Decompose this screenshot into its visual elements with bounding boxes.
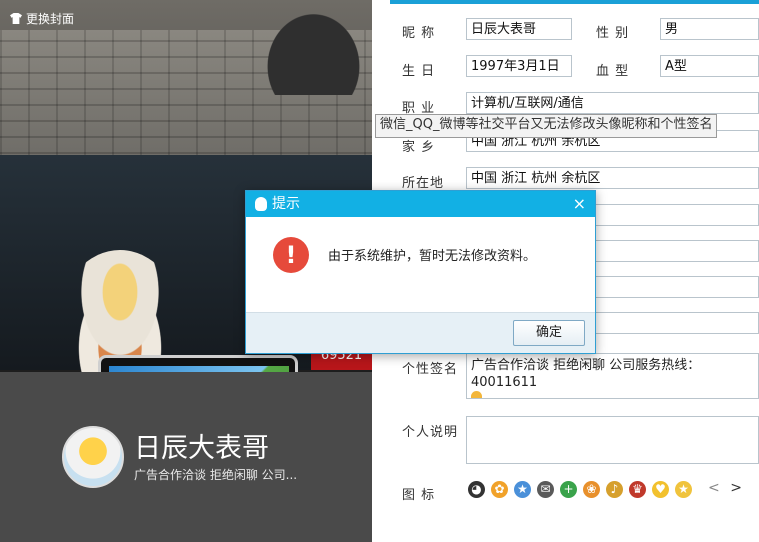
top-accent-line: [390, 0, 759, 4]
plus-flower-icon[interactable]: +: [560, 481, 577, 498]
description-textarea[interactable]: [466, 416, 759, 464]
blood-select[interactable]: A型: [660, 55, 759, 77]
star-globe-icon[interactable]: ★: [514, 481, 531, 498]
photo-umbrella: [255, 0, 372, 95]
icon-strip: ◕ ✿ ★ ✉ + ❀ ♪ ♛ ♥ ★: [468, 481, 692, 498]
mail-icon[interactable]: ✉: [537, 481, 554, 498]
location-label: 所在地: [402, 176, 445, 191]
dialog-footer: 确定: [246, 312, 595, 353]
signature-text: 广告合作洽谈 拒绝闲聊 公司服务热线：40011611: [471, 358, 701, 390]
flower-icon[interactable]: ❀: [583, 481, 600, 498]
ear-emoji-icon: [471, 391, 482, 398]
description-label: 个人说明: [402, 425, 459, 440]
qq-logo-icon: [255, 197, 267, 211]
gender-label: 性 别: [596, 26, 630, 41]
nickname-label: 昵 称: [402, 26, 436, 41]
dialog-message: 由于系统维护，暂时无法修改资料。: [328, 249, 537, 264]
birthday-label: 生 日: [402, 64, 436, 79]
warning-icon: !: [273, 237, 309, 273]
dialog-body: ! 由于系统维护，暂时无法修改资料。: [246, 217, 595, 313]
confirm-button[interactable]: 确定: [513, 320, 585, 346]
location-select[interactable]: 中国 浙江 杭州 余杭区: [466, 167, 759, 189]
signature-textarea[interactable]: 广告合作洽谈 拒绝闲聊 公司服务热线：40011611: [466, 353, 759, 399]
dialog-header: 提示 ×: [246, 191, 595, 217]
lamp-icon[interactable]: ♪: [606, 481, 623, 498]
heart-icon[interactable]: ♥: [652, 481, 669, 498]
next-arrow-icon[interactable]: >: [730, 480, 742, 496]
icons-label: 图 标: [402, 488, 436, 503]
profile-card: 日辰大表哥 广告合作洽谈 拒绝闲聊 公司...: [0, 372, 372, 542]
alert-dialog: 提示 × ! 由于系统维护，暂时无法修改资料。 确定: [245, 190, 596, 354]
crown-icon[interactable]: ♛: [629, 481, 646, 498]
profile-signature: 广告合作洽谈 拒绝闲聊 公司...: [134, 468, 298, 482]
penguin-icon[interactable]: ◕: [468, 481, 485, 498]
nickname-input[interactable]: 日辰大表哥: [466, 18, 572, 40]
signature-label: 个性签名: [402, 362, 459, 377]
avatar[interactable]: [62, 426, 124, 488]
icon-nav: < >: [708, 480, 742, 496]
close-icon[interactable]: ×: [573, 191, 586, 217]
birthday-input[interactable]: 1997年3月1日: [466, 55, 572, 77]
paw-icon[interactable]: ✿: [491, 481, 508, 498]
job-select[interactable]: 计算机/互联网/通信: [466, 92, 759, 114]
tooltip: 微信_QQ_微博等社交平台又无法修改头像昵称和个性签名: [375, 114, 718, 138]
change-cover-button[interactable]: 更换封面: [10, 10, 74, 27]
hometown-label: 家 乡: [402, 140, 436, 155]
gender-select[interactable]: 男: [660, 18, 759, 40]
prev-arrow-icon[interactable]: <: [708, 480, 720, 496]
dialog-title: 提示: [272, 196, 300, 212]
change-cover-label: 更换封面: [26, 12, 75, 26]
blood-label: 血 型: [596, 64, 630, 79]
profile-name: 日辰大表哥: [134, 433, 269, 464]
shirt-icon: [10, 13, 22, 24]
star-icon[interactable]: ★: [675, 481, 692, 498]
